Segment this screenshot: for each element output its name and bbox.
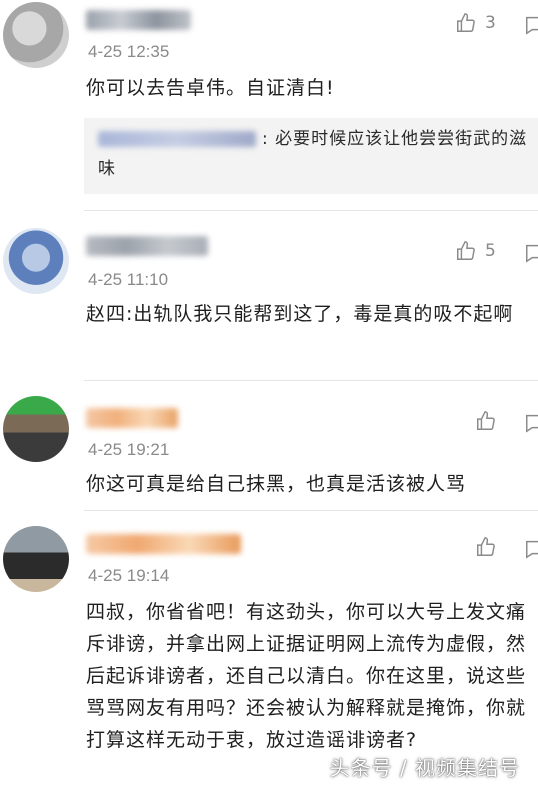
comment-timestamp: 4-25 11:10 (88, 270, 169, 289)
comment-text: 你可以去告卓伟。自证清白! (86, 77, 335, 99)
comment-timestamp: 4-25 19:14 (88, 566, 170, 585)
comment-timestamp: 4-25 12:35 (88, 42, 170, 61)
avatar[interactable] (3, 396, 69, 462)
thumbs-up-icon (477, 537, 495, 556)
thumbs-up-icon (477, 411, 495, 430)
quoted-username-blurred (98, 131, 256, 147)
username-blurred[interactable] (86, 10, 191, 30)
comment-4: 4-25 19:14 四叔，你省省吧！有这劲头，你可以大号上发文痛斥诽谤，并拿出… (0, 518, 538, 787)
username-blurred[interactable] (86, 534, 241, 554)
like-button[interactable]: 3 (455, 12, 496, 34)
username-blurred[interactable] (86, 236, 208, 256)
reply-icon[interactable] (524, 14, 538, 36)
comment-1: 4-25 12:35 3 你可以去告卓伟。自证清白! : 必要时候应该让他尝尝街… (0, 0, 538, 210)
like-count: 5 (485, 241, 496, 261)
quoted-reply[interactable]: : 必要时候应该让他尝尝街武的滋味 (84, 118, 538, 194)
reply-icon[interactable] (524, 242, 538, 264)
like-count: 3 (485, 13, 496, 33)
divider (84, 510, 538, 511)
comment-text: 你这可真是给自己抹黑，也真是活该被人骂 (86, 473, 467, 495)
comment-3: 4-25 19:21 你这可真是给自己抹黑，也真是活该被人骂 (0, 388, 538, 508)
like-button[interactable] (475, 410, 497, 432)
divider (84, 210, 538, 211)
avatar[interactable] (3, 2, 69, 68)
like-button[interactable] (475, 536, 497, 558)
like-button[interactable]: 5 (455, 240, 496, 262)
thumbs-up-icon (457, 241, 475, 260)
avatar[interactable] (3, 228, 69, 294)
reply-icon[interactable] (524, 538, 538, 560)
comment-text: 赵四:出轨队我只能帮到这了，毒是真的吸不起啊 (86, 303, 514, 325)
thumbs-up-icon (457, 13, 475, 32)
comment-text: 四叔，你省省吧！有这劲头，你可以大号上发文痛斥诽谤，并拿出网上证据证明网上流传为… (86, 601, 527, 751)
username-blurred[interactable] (86, 408, 178, 428)
watermark: 头条号 / 视频集结号 (329, 756, 520, 780)
avatar[interactable] (3, 526, 69, 592)
comment-2: 4-25 11:10 5 赵四:出轨队我只能帮到这了，毒是真的吸不起啊 (0, 222, 538, 372)
reply-icon[interactable] (524, 412, 538, 434)
divider (84, 380, 538, 381)
comment-timestamp: 4-25 19:21 (88, 440, 170, 459)
